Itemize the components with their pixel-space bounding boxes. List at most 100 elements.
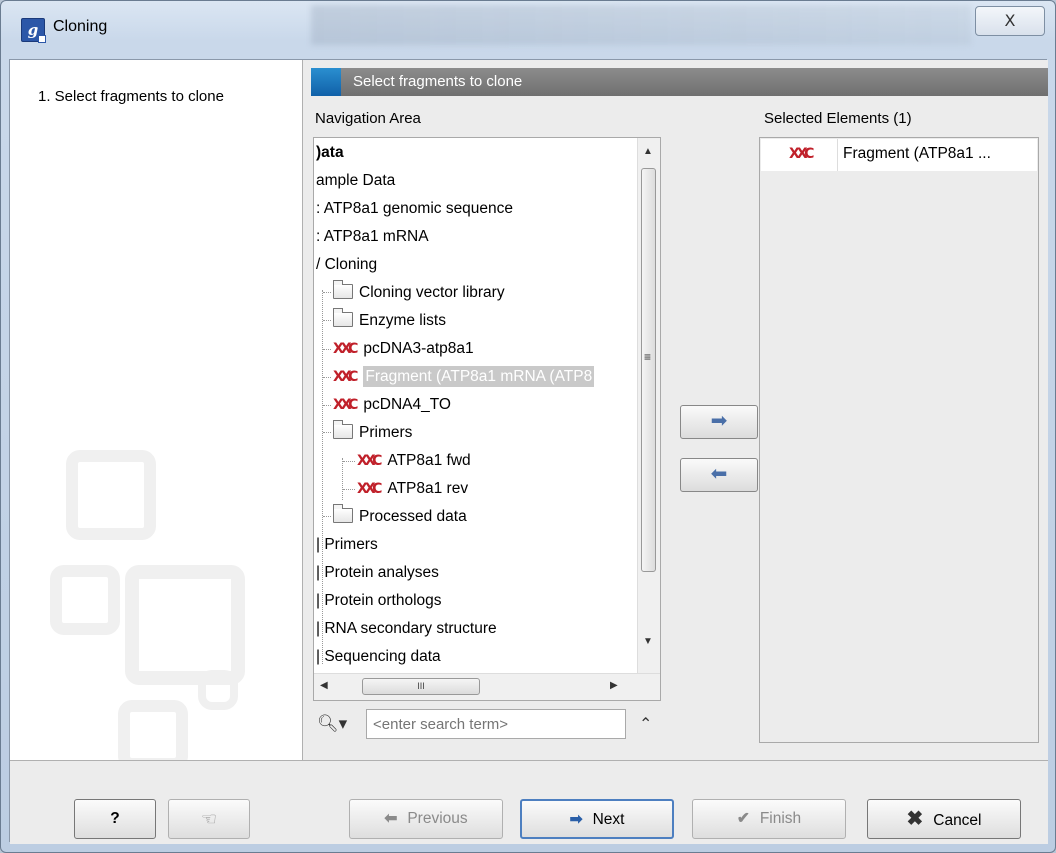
sequence-icon: XXC xyxy=(333,397,358,413)
tree-item-label: | Protein orthologs xyxy=(316,592,442,609)
tree-item[interactable]: Primers xyxy=(323,419,412,447)
tree-item[interactable]: )ata xyxy=(316,139,344,167)
tree-connector xyxy=(323,320,331,322)
tree-item-label: | Sequencing data xyxy=(316,648,441,665)
remove-from-selected-button[interactable]: ⬅ xyxy=(680,458,758,492)
horizontal-scrollbar[interactable]: ◀ III ▶ xyxy=(314,673,660,700)
tree-item[interactable]: : ATP8a1 genomic sequence xyxy=(316,195,513,223)
tree-item[interactable]: Cloning vector library xyxy=(323,279,505,307)
tree-item-label: )ata xyxy=(316,144,344,161)
scroll-left-arrow-icon[interactable]: ◀ xyxy=(320,680,328,691)
tree-item[interactable]: | Primers xyxy=(316,531,378,559)
watermark-square-icon xyxy=(50,565,120,635)
tree-item-label: ATP8a1 rev xyxy=(387,480,469,498)
tree-connector xyxy=(323,292,331,294)
sequence-icon: XXC xyxy=(333,341,358,357)
tree-connector xyxy=(343,460,355,462)
previous-button[interactable]: ⬅ Previous xyxy=(349,799,503,839)
vertical-scrollbar[interactable]: ▲ ≡ ▼ xyxy=(637,138,660,674)
step-item-select-fragments[interactable]: 1. Select fragments to clone xyxy=(38,88,224,105)
sequence-icon: XXC xyxy=(357,481,382,497)
navigation-area-label: Navigation Area xyxy=(315,110,421,127)
tree-item[interactable]: Processed data xyxy=(323,503,467,531)
background-blur xyxy=(311,5,971,45)
arrow-right-icon: ➡ xyxy=(710,410,728,432)
selected-elements-list[interactable]: XXC Fragment (ATP8a1 ... xyxy=(759,137,1039,743)
column-divider xyxy=(837,139,838,171)
tree-item[interactable]: XXC ATP8a1 fwd xyxy=(343,447,471,475)
page-title: Select fragments to clone xyxy=(353,73,523,90)
horizontal-scroll-thumb[interactable]: III xyxy=(362,678,480,695)
watermark-square-icon xyxy=(66,450,156,540)
tree-item[interactable]: | Sequencing data xyxy=(316,643,441,671)
sequence-icon: XXC xyxy=(789,146,814,162)
folder-open-icon xyxy=(333,420,353,440)
collapse-up-icon[interactable]: ⌃ xyxy=(639,714,652,734)
arrow-left-icon: ⬅ xyxy=(710,463,728,485)
close-button[interactable]: X xyxy=(975,6,1045,36)
help-icon: ? xyxy=(110,810,120,827)
tree-item[interactable]: Enzyme lists xyxy=(323,307,446,335)
page-header: Select fragments to clone xyxy=(311,68,1048,96)
tree-connector xyxy=(343,488,355,490)
tree-item[interactable]: ample Data xyxy=(316,167,395,195)
tree-item-label: Cloning vector library xyxy=(359,284,505,301)
previous-label: Previous xyxy=(407,810,468,827)
tree-item-label: Fragment (ATP8a1 mRNA (ATP8 xyxy=(363,366,595,388)
folder-icon xyxy=(333,308,353,328)
selected-elements-label: Selected Elements (1) xyxy=(764,110,912,127)
watermark-square-icon xyxy=(118,700,188,760)
navigation-tree[interactable]: )ata ample Data : ATP8a1 genomic sequenc… xyxy=(313,137,661,701)
tree-item-label: ATP8a1 fwd xyxy=(387,452,471,470)
tree-item[interactable]: XXC ATP8a1 rev xyxy=(343,475,468,503)
scroll-up-arrow-icon[interactable]: ▲ xyxy=(643,146,653,157)
tree-connector xyxy=(323,348,331,350)
undo-hand-icon: ☜ xyxy=(200,809,218,829)
grip-icon: ≡ xyxy=(644,350,652,364)
reset-button[interactable]: ☜ xyxy=(168,799,250,839)
cloning-dialog: g Cloning X 1. Select fragments to clone… xyxy=(0,0,1056,853)
close-icon: ✖ xyxy=(906,808,924,830)
tree-item[interactable]: | Protein orthologs xyxy=(316,587,442,615)
tree-item-label: ample Data xyxy=(316,172,396,189)
help-button[interactable]: ? xyxy=(74,799,156,839)
search-icon[interactable]: 🔍︎▾ xyxy=(317,714,347,734)
app-icon: g xyxy=(21,18,46,43)
window-title: Cloning xyxy=(53,18,108,35)
dialog-body: 1. Select fragments to clone Select frag… xyxy=(9,59,1048,844)
checkmark-icon: ✔ xyxy=(736,810,750,827)
title-bar[interactable]: g Cloning X xyxy=(1,1,1055,59)
next-label: Next xyxy=(592,811,625,828)
main-panel: Select fragments to clone Navigation Are… xyxy=(303,60,1048,760)
add-to-selected-button[interactable]: ➡ xyxy=(680,405,758,439)
tree-item-selected[interactable]: XXC Fragment (ATP8a1 mRNA (ATP8 xyxy=(323,363,595,391)
tree-connector xyxy=(323,376,331,378)
tree-item[interactable]: | RNA secondary structure xyxy=(316,615,497,643)
tree-item[interactable]: / Cloning xyxy=(316,251,377,279)
tree-item[interactable]: | Protein analyses xyxy=(316,559,439,587)
scroll-down-arrow-icon[interactable]: ▼ xyxy=(643,636,653,647)
cancel-button[interactable]: ✖ Cancel xyxy=(867,799,1021,839)
tree-connector xyxy=(323,432,331,434)
header-accent xyxy=(311,68,341,96)
tree-item-label: | Primers xyxy=(316,536,378,553)
finish-button[interactable]: ✔ Finish xyxy=(692,799,846,839)
scroll-right-arrow-icon[interactable]: ▶ xyxy=(610,680,618,691)
finish-label: Finish xyxy=(759,810,802,827)
vertical-scroll-thumb[interactable] xyxy=(641,168,656,572)
tree-item-label: : ATP8a1 genomic sequence xyxy=(316,200,514,217)
arrow-right-icon: ➡ xyxy=(569,811,583,828)
tree-item-label: Processed data xyxy=(359,508,467,525)
next-button[interactable]: ➡ Next xyxy=(520,799,674,839)
tree-item[interactable]: XXC pcDNA3-atp8a1 xyxy=(323,335,474,363)
search-input[interactable] xyxy=(366,709,626,739)
tree-connector xyxy=(323,404,331,406)
folder-icon xyxy=(333,504,353,524)
tree-item[interactable]: XXC pcDNA4_TO xyxy=(323,391,451,419)
arrow-left-icon: ⬅ xyxy=(384,810,398,827)
folder-icon xyxy=(333,280,353,300)
list-item[interactable]: XXC Fragment (ATP8a1 ... xyxy=(761,139,1037,171)
tree-item[interactable]: : ATP8a1 mRNA xyxy=(316,223,429,251)
search-bar: 🔍︎▾ ⌃ xyxy=(313,706,661,742)
watermark-square-icon xyxy=(198,670,238,710)
